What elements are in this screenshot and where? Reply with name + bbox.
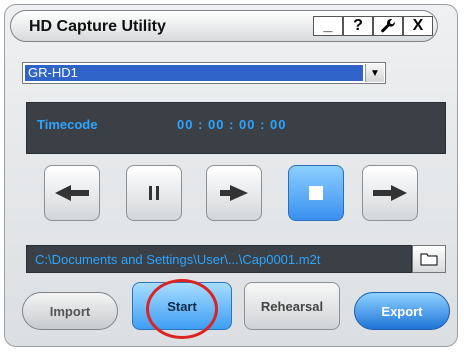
- timecode-label: Timecode: [37, 117, 98, 132]
- output-path-field[interactable]: C:\Documents and Settings\User\...\Cap00…: [26, 245, 412, 273]
- help-label: ?: [353, 17, 363, 34]
- window-title: HD Capture Utility: [29, 18, 166, 35]
- minimize-button[interactable]: _: [313, 16, 343, 36]
- export-label: Export: [381, 303, 423, 319]
- highlight-circle: [146, 279, 218, 339]
- fast-forward-button[interactable]: [362, 165, 418, 221]
- folder-icon: [420, 253, 438, 266]
- chevron-down-icon[interactable]: ▼: [365, 64, 384, 82]
- wrench-icon: [381, 18, 395, 33]
- timecode-panel: Timecode 00 : 00 : 00 : 00: [26, 102, 446, 154]
- import-label: Import: [49, 303, 91, 319]
- title-bar: HD Capture Utility _ ? X: [10, 10, 438, 42]
- export-button[interactable]: Export: [354, 292, 450, 330]
- close-button[interactable]: X: [403, 16, 433, 36]
- output-path-text: C:\Documents and Settings\User\...\Cap00…: [35, 252, 321, 267]
- rewind-icon: [55, 185, 89, 201]
- rehearsal-button[interactable]: Rehearsal: [244, 282, 340, 330]
- device-select[interactable]: GR-HD1 ▼: [22, 62, 386, 84]
- settings-button[interactable]: [373, 16, 403, 36]
- stop-button[interactable]: [288, 165, 344, 221]
- play-button[interactable]: [206, 165, 262, 221]
- pause-icon: [149, 186, 159, 200]
- minimize-label: _: [323, 17, 333, 34]
- help-button[interactable]: ?: [343, 16, 373, 36]
- import-button[interactable]: Import: [22, 292, 118, 330]
- play-icon: [220, 185, 248, 201]
- pause-button[interactable]: [126, 165, 182, 221]
- timecode-value: 00 : 00 : 00 : 00: [177, 117, 287, 132]
- rehearsal-label: Rehearsal: [260, 298, 324, 314]
- device-selected-value: GR-HD1: [25, 65, 363, 81]
- close-label: X: [412, 17, 424, 34]
- browse-folder-button[interactable]: [412, 245, 446, 273]
- stop-icon: [309, 186, 323, 200]
- rewind-button[interactable]: [44, 165, 100, 221]
- fast-forward-icon: [373, 185, 407, 201]
